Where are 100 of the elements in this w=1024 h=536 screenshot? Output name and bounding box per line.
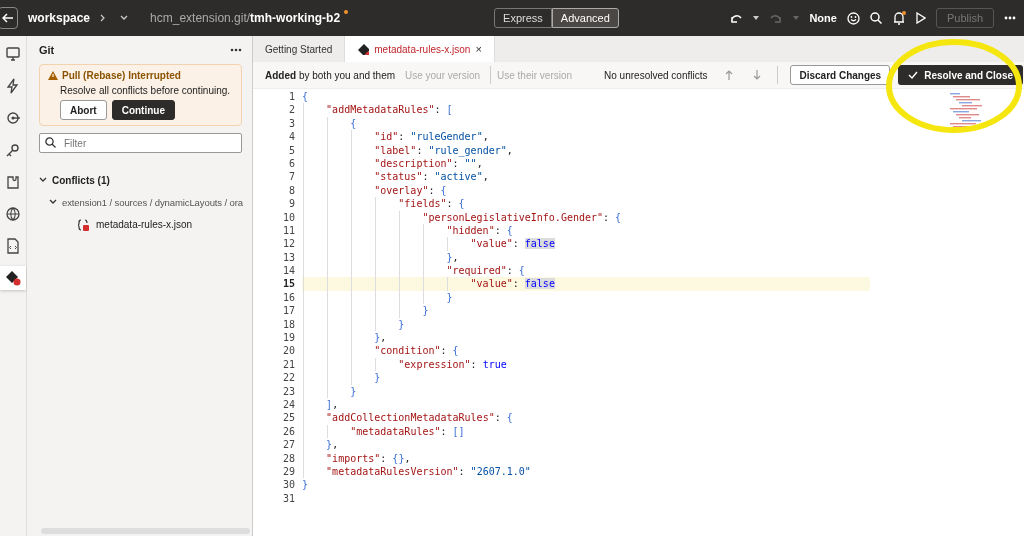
warning-icon [48, 71, 58, 80]
chevron-down-icon[interactable] [49, 198, 57, 205]
line-number: 29 [281, 464, 296, 479]
json-file-icon [77, 217, 91, 231]
line-number: 13 [281, 250, 296, 265]
editor-tab[interactable]: metadata-rules-x.json × [345, 36, 495, 62]
code-line: { [302, 116, 870, 131]
search-icon [45, 137, 56, 148]
audience-selector[interactable]: None [809, 12, 837, 24]
line-number: 26 [281, 424, 296, 439]
line-number: 14 [281, 264, 296, 278]
tree-section[interactable]: Conflicts (1) [39, 169, 110, 191]
abort-button[interactable]: Abort [60, 100, 107, 120]
line-number: 7 [287, 170, 296, 184]
code-line: ], [302, 398, 870, 412]
code-line: } [302, 478, 310, 492]
line-number: 6 [287, 156, 296, 171]
git-icon[interactable] [0, 266, 26, 290]
line-number: 24 [281, 398, 296, 412]
code-line: "metadataRulesVersion": "2607.1.0" [302, 464, 870, 479]
line-number: 2 [287, 103, 296, 117]
conflict-file-icon [357, 43, 370, 55]
conflict-summary: No unresolved conflicts [604, 69, 708, 81]
close-icon[interactable]: × [475, 43, 482, 55]
line-number: 17 [281, 304, 296, 318]
code-line: "description": "", [302, 156, 870, 171]
code-line: "overlay": { [302, 183, 870, 198]
line-number: 18 [281, 317, 296, 332]
code-line: } [302, 371, 870, 385]
line-number: 22 [281, 371, 296, 385]
caret-icon [793, 16, 800, 20]
continue-button[interactable]: Continue [111, 100, 175, 120]
code-line: } [302, 304, 870, 318]
folder-item[interactable]: extension1 / sources / dynamicLayouts / ora [39, 191, 244, 213]
undo-icon[interactable] [729, 12, 744, 24]
search-icon[interactable] [869, 12, 882, 24]
line-number: 25 [281, 411, 296, 425]
line-number: 28 [281, 451, 296, 465]
code-line: }, [302, 250, 870, 265]
chevron-down-icon[interactable] [39, 176, 47, 183]
redo-icon [769, 12, 784, 24]
check-icon [908, 71, 919, 79]
bell-icon[interactable] [891, 11, 906, 25]
code-line: { [302, 90, 310, 104]
back-button[interactable] [0, 7, 18, 29]
line-number: 21 [281, 357, 296, 372]
code-line: "imports": {}, [302, 451, 870, 465]
line-number: 4 [287, 130, 296, 144]
line-number: 15 [281, 277, 296, 291]
code-line: } [302, 290, 870, 305]
arrow-up-icon[interactable] [725, 70, 734, 80]
line-number: 9 [287, 197, 296, 211]
code-line: "addCollectionMetadataRules": { [302, 411, 870, 425]
workspace-name[interactable]: workspace [28, 11, 91, 25]
line-number: 10 [281, 210, 296, 224]
code-line: "status": "active", [302, 170, 870, 184]
line-number: 31 [281, 491, 296, 506]
more-icon[interactable] [1004, 16, 1016, 20]
code-line: "label": "rule_gender", [302, 143, 870, 157]
chevron-right-icon [100, 14, 107, 22]
code-line: }, [302, 438, 870, 452]
line-number: 11 [281, 223, 296, 238]
file-item[interactable]: metadata-rules-x.json [39, 213, 193, 235]
line-number: 19 [281, 331, 296, 345]
line-number: 27 [281, 438, 296, 452]
arrow-down-icon[interactable] [753, 70, 762, 80]
line-number: 8 [287, 183, 296, 198]
smiley-icon[interactable] [846, 11, 860, 25]
code-line: "fields": { [302, 197, 870, 211]
branch-name[interactable]: tmh-working-b2 [250, 11, 341, 25]
code-line: "value": false [302, 237, 870, 251]
line-number: 16 [281, 290, 296, 305]
code-line: }, [302, 331, 870, 345]
code-line: "expression": true [302, 357, 870, 372]
caret-icon[interactable] [753, 16, 760, 20]
code-line: "personLegislativeInfo.Gender": { [302, 210, 870, 224]
discard-button[interactable]: Discard Changes [790, 65, 891, 85]
arrow-left-icon [2, 13, 14, 23]
code-line: } [302, 384, 870, 398]
line-number: 30 [281, 478, 296, 492]
panel-title: Git [39, 44, 55, 56]
line-number: 23 [281, 384, 296, 398]
code-line: "id": "ruleGender", [302, 130, 870, 144]
code-line: "metadataRules": [] [302, 424, 870, 439]
mode-tab[interactable]: Advanced [551, 8, 619, 28]
code-line: "condition": { [302, 344, 870, 358]
line-number: 3 [287, 116, 296, 131]
play-icon[interactable] [915, 12, 926, 24]
code-line: } [302, 317, 870, 332]
mode-tab[interactable]: Express [494, 8, 552, 28]
filter-field[interactable]: Filter [39, 133, 242, 153]
line-number: 12 [281, 237, 296, 251]
repository-name: hcm_extension.git/ [150, 11, 251, 25]
code-line: "addMetadataRules": [ [302, 103, 870, 117]
conflict-status: Added by both you and them [265, 69, 397, 81]
more-icon[interactable] [230, 48, 242, 52]
line-number: 1 [287, 90, 296, 104]
warning-message: Resolve all conflicts before continuing. [60, 85, 232, 96]
code-line: "required": { [302, 264, 870, 278]
resolve-button[interactable]: Resolve and Close [898, 65, 1024, 85]
